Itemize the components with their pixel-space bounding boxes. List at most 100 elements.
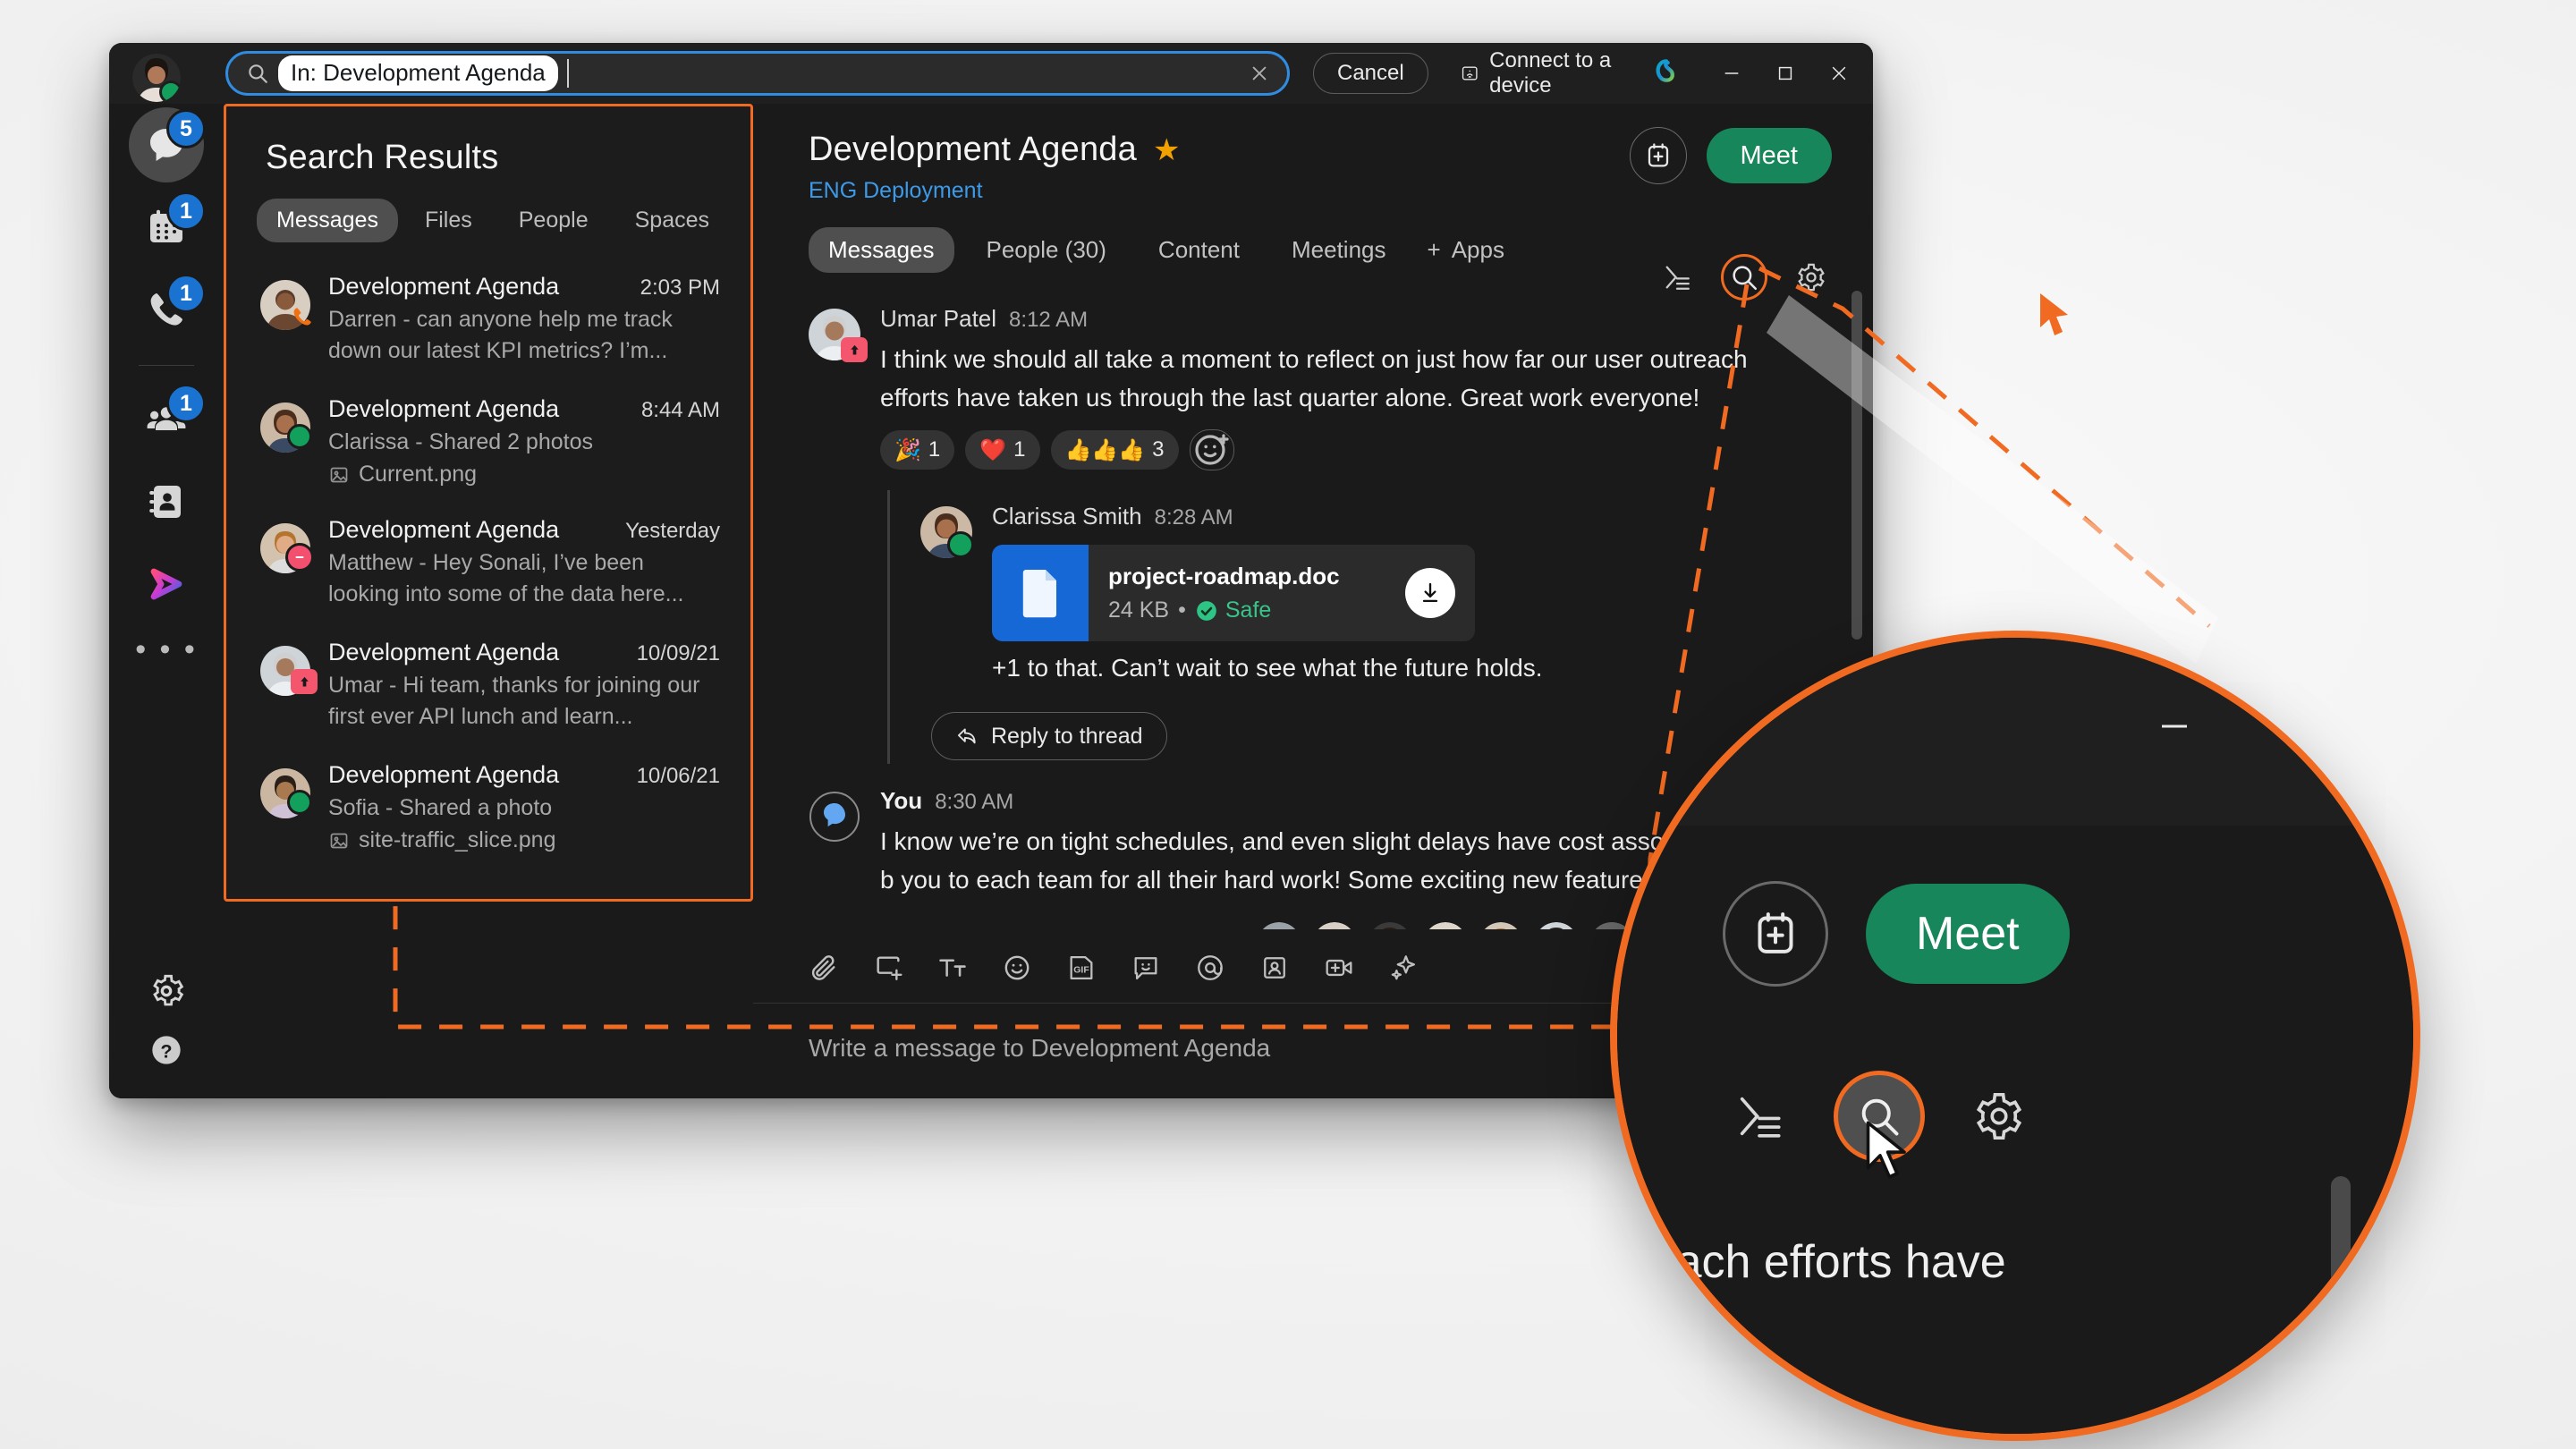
image-file-icon — [330, 467, 348, 482]
list-item[interactable]: Development Agenda 10/06/21 Sofia - Shar… — [226, 747, 750, 868]
result-preview: Matthew - Hey Sonali, I’ve been looking … — [328, 550, 684, 606]
add-reaction-icon[interactable] — [1189, 429, 1234, 470]
minimize-button[interactable] — [1705, 47, 1758, 100]
emoji-icon[interactable] — [1002, 953, 1032, 983]
global-search[interactable]: In: Development Agenda — [225, 51, 1290, 96]
tab-messages[interactable]: Messages — [257, 199, 398, 242]
tab-files[interactable]: Files — [405, 199, 492, 242]
result-timestamp: Yesterday — [625, 519, 720, 543]
reaction-chip[interactable]: 👍👍👍 3 — [1050, 430, 1179, 470]
message-scrollbar[interactable] — [1852, 291, 1862, 640]
close-icon — [1832, 66, 1846, 80]
tab-meetings[interactable]: Meetings — [1272, 227, 1406, 273]
calling-badge: 1 — [166, 274, 206, 313]
webex-brand-icon — [1656, 59, 1674, 82]
meet-button[interactable]: Meet — [1866, 884, 2070, 984]
seen-by-avatar[interactable] — [1257, 922, 1301, 929]
schedule-meeting-button[interactable] — [1629, 127, 1687, 184]
result-space-name: Development Agenda — [328, 761, 560, 788]
message-author: You — [880, 787, 923, 814]
result-attachment[interactable]: site-traffic_slice.png — [328, 827, 720, 853]
reaction-bar: 🎉 1 ❤️ 1 👍👍👍 3 — [880, 429, 1819, 470]
file-size: 24 KB — [1108, 597, 1170, 623]
reaction-count: 3 — [1152, 437, 1165, 462]
file-attachment-card[interactable]: project-roadmap.doc 24 KB • Safe — [992, 545, 1475, 641]
list-item-body: Development Agenda Yesterday Matthew - H… — [328, 516, 720, 610]
message-author[interactable]: Umar Patel — [880, 305, 996, 333]
list-item-body: Development Agenda 10/09/21 Umar - Hi te… — [328, 639, 720, 733]
list-item[interactable]: Development Agenda Yesterday Matthew - H… — [226, 502, 750, 624]
download-button[interactable] — [1405, 568, 1455, 618]
tab-people[interactable]: People (30) — [967, 227, 1126, 273]
seen-by-avatar[interactable] — [1312, 922, 1357, 929]
space-gear-icon[interactable] — [1971, 1089, 2027, 1144]
seen-by-avatar[interactable] — [1423, 922, 1468, 929]
close-button[interactable] — [1812, 47, 1866, 100]
clear-search-icon[interactable] — [1250, 64, 1269, 83]
result-attachment-name: site-traffic_slice.png — [359, 827, 556, 852]
maximize-icon[interactable] — [2275, 708, 2313, 745]
search-input[interactable]: In: Development Agenda — [225, 51, 1290, 96]
tab-people[interactable]: People — [499, 199, 608, 242]
sidebar-item-contacts[interactable] — [129, 464, 204, 539]
cancel-search-button[interactable]: Cancel — [1313, 53, 1428, 94]
magnified-header-actions: Meet — [1723, 881, 2070, 987]
attach-icon[interactable] — [809, 953, 839, 983]
magnifier-content: Meet utreach efforts have — [1617, 638, 2413, 1434]
pin-thread-icon[interactable] — [1732, 1089, 1787, 1144]
search-icon — [249, 64, 267, 83]
connect-to-device-button[interactable]: Connect to a device — [1461, 48, 1651, 98]
my-avatar[interactable] — [132, 54, 181, 102]
format-text-icon[interactable] — [937, 953, 968, 983]
sidebar-item-webex-apps[interactable] — [129, 547, 204, 622]
search-results-panel: Search Results Messages Files People Spa… — [224, 104, 753, 902]
file-safe-label: Safe — [1224, 597, 1272, 623]
tab-spaces[interactable]: Spaces — [615, 199, 729, 242]
teams-badge: 1 — [166, 384, 206, 423]
result-preview: Darren - can anyone help me track down o… — [328, 307, 673, 363]
sidebar-item-teams[interactable]: 1 — [129, 382, 206, 457]
list-item-body: Development Agenda 10/06/21 Sofia - Shar… — [328, 761, 720, 853]
reaction-chip[interactable]: 🎉 1 — [880, 430, 955, 470]
seen-by-avatar[interactable] — [1368, 922, 1412, 929]
gif-icon[interactable]: GIF — [1066, 953, 1097, 983]
tab-messages[interactable]: Messages — [809, 227, 954, 273]
magnified-scrollbar[interactable] — [2331, 1176, 2351, 1355]
seen-by-avatar[interactable] — [1534, 922, 1579, 929]
image-file-icon — [330, 833, 348, 848]
schedule-meeting-button[interactable] — [1723, 881, 1828, 987]
doc-file-icon — [992, 545, 1089, 641]
sticker-icon[interactable] — [1131, 953, 1161, 983]
sidebar-item-calling[interactable]: 1 — [129, 272, 206, 347]
reaction-emoji: ❤️ — [979, 437, 1007, 462]
star-icon[interactable]: ★ — [1153, 135, 1180, 165]
list-item[interactable]: Development Agenda 8:44 AM Clarissa - Sh… — [226, 381, 750, 502]
mention-icon[interactable] — [1195, 953, 1225, 983]
seen-by-avatar[interactable] — [1479, 922, 1523, 929]
screen-capture-icon[interactable] — [873, 953, 903, 983]
sidebar-more-button[interactable]: • • • — [135, 634, 198, 665]
tab-content[interactable]: Content — [1139, 227, 1259, 273]
list-item[interactable]: Development Agenda 2:03 PM Darren - can … — [226, 258, 750, 381]
meet-button[interactable]: Meet — [1706, 128, 1832, 183]
video-message-icon[interactable] — [1324, 953, 1354, 983]
sidebar-item-messaging[interactable]: 5 — [129, 107, 206, 182]
search-filter-token[interactable]: In: Development Agenda — [278, 55, 558, 91]
ai-sparkle-icon[interactable] — [1388, 953, 1419, 983]
presence-call-icon — [293, 308, 311, 326]
person-card-icon[interactable] — [1259, 953, 1290, 983]
reply-to-thread-button[interactable]: Reply to thread — [931, 712, 1167, 760]
result-attachment[interactable]: Current.png — [328, 462, 720, 487]
result-space-name: Development Agenda — [328, 516, 560, 543]
reaction-chip[interactable]: ❤️ 1 — [965, 430, 1040, 470]
maximize-button[interactable] — [1758, 47, 1812, 100]
help-icon[interactable]: ? — [148, 1032, 184, 1068]
gear-icon[interactable] — [148, 973, 184, 1009]
presence-presenting-icon — [841, 337, 868, 362]
thread-author[interactable]: Clarissa Smith — [992, 503, 1142, 530]
minimize-icon[interactable] — [2156, 708, 2193, 745]
list-item[interactable]: Development Agenda 10/09/21 Umar - Hi te… — [226, 624, 750, 747]
result-space-name: Development Agenda — [328, 395, 560, 422]
sidebar-item-calendar[interactable]: 1 — [129, 190, 206, 265]
add-apps-button[interactable]: + Apps — [1428, 236, 1504, 264]
